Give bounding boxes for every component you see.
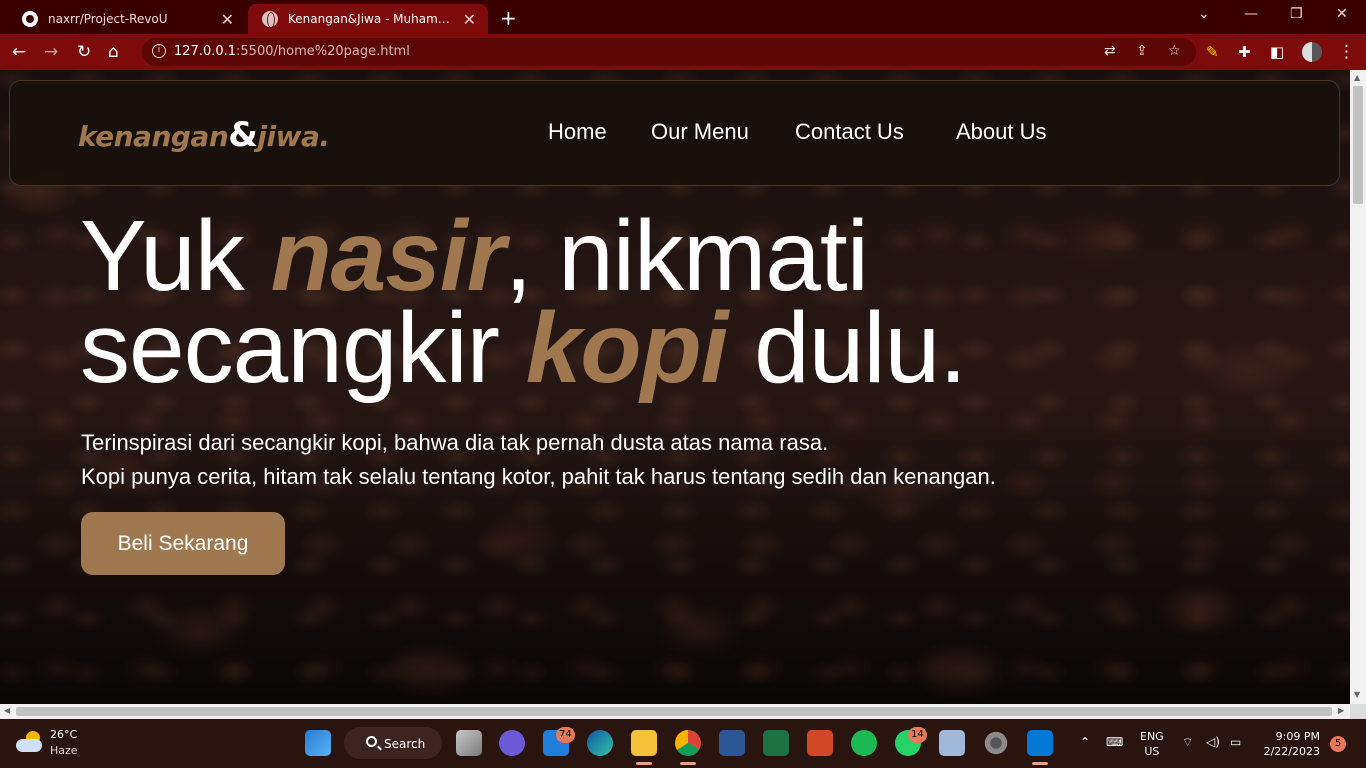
weather-temperature[interactable]: 26°C [50,728,77,741]
home-icon[interactable]: ⌂ [108,41,119,63]
minimize-icon[interactable]: — [1244,6,1258,22]
address-bar[interactable]: i 127.0.0.1:5500/home%20page.html ⇄ ⇪ ☆ [142,38,1196,66]
extension-pen-icon[interactable]: ✎ [1206,41,1219,63]
scrollbar-thumb[interactable] [1353,86,1363,204]
maximize-icon[interactable]: ❐ [1290,6,1303,22]
hero-description-line2: Kopi punya cerita, hitam tak selalu tent… [81,464,996,489]
search-label: Search [384,737,426,751]
scrollbar-corner [1350,704,1366,719]
weather-haze-icon[interactable] [16,731,44,753]
windows-start-icon[interactable] [305,730,331,756]
new-tab-icon[interactable]: + [500,6,517,30]
volume-icon[interactable]: ◁) [1206,735,1220,749]
language-region: US [1144,745,1160,758]
windows-taskbar: 26°C Haze Search 74 14 ⌃ ⌨ ENG US ⌔ ◁) ▭… [0,719,1366,768]
translate-icon[interactable]: ⇄ [1104,43,1116,59]
nav-about-us[interactable]: About Us [956,119,1047,145]
search-icon [366,736,377,747]
close-icon[interactable]: ✕ [221,10,234,29]
hero-description-line1: Terinspirasi dari secangkir kopi, bahwa … [81,430,829,455]
extensions-puzzle-icon[interactable]: ✚ [1238,41,1251,63]
scroll-down-icon[interactable]: ▼ [1354,690,1360,699]
language-indicator[interactable]: ENG US [1140,729,1164,759]
vertical-scrollbar[interactable]: ▲ ▼ [1350,70,1366,704]
buy-now-button[interactable]: Beli Sekarang [81,512,285,575]
back-icon[interactable]: ← [12,41,26,63]
hero-title: Yuk nasir, nikmati secangkir kopi dulu. [80,206,967,398]
keyboard-icon[interactable]: ⌨ [1106,735,1123,749]
hero-title-text: dulu. [727,292,967,404]
horizontal-scrollbar[interactable]: ◀ ▶ [0,704,1350,719]
browser-toolbar: ← → ↻ ⌂ i 127.0.0.1:5500/home%20page.htm… [0,34,1366,70]
word-icon[interactable] [719,730,745,756]
github-icon [22,11,38,27]
tab-kenangan-jiwa[interactable]: Kenangan&Jiwa - Muhammad N ✕ [248,4,488,34]
taskbar-search[interactable]: Search [344,727,442,759]
system-clock[interactable]: 9:09 PM 2/22/2023 [1262,729,1320,759]
teams-chat-icon[interactable] [499,730,525,756]
logo-word-jiwa: jiwa. [257,120,330,153]
hero-title-text: secangkir [80,292,526,404]
chrome-icon[interactable] [675,730,701,756]
edge-icon[interactable] [587,730,613,756]
clock-time: 9:09 PM [1275,730,1320,743]
tab-search-chevron-icon[interactable]: ⌄ [1198,6,1210,22]
site-logo[interactable]: kenangan&jiwa. [78,115,330,155]
spotify-icon[interactable] [851,730,877,756]
menu-kebab-icon[interactable]: ⋮ [1338,41,1355,63]
language-code: ENG [1140,730,1164,743]
hero-accent-kopi: kopi [525,292,729,404]
logo-ampersand: & [228,115,258,155]
clock-date: 2/22/2023 [1263,745,1320,758]
whatsapp-badge: 14 [908,727,927,743]
scroll-left-icon[interactable]: ◀ [4,706,10,715]
active-indicator [636,762,652,765]
url-text[interactable]: 127.0.0.1:5500/home%20page.html [174,44,410,59]
scrollbar-thumb[interactable] [16,707,1332,716]
share-icon[interactable]: ⇪ [1136,43,1148,59]
weather-condition[interactable]: Haze [50,744,78,757]
scroll-up-icon[interactable]: ▲ [1354,73,1360,82]
battery-icon[interactable]: ▭ [1230,735,1241,749]
active-indicator [680,762,696,765]
active-indicator [1032,762,1048,765]
window-close-icon[interactable]: ✕ [1336,6,1348,22]
performance-monitor-icon[interactable] [939,730,965,756]
powerpoint-icon[interactable] [807,730,833,756]
page-viewport: kenangan&jiwa. Home Our Menu Contact Us … [0,70,1350,704]
chevron-up-icon[interactable]: ⌃ [1080,735,1090,749]
site-info-icon[interactable]: i [152,44,166,58]
profile-avatar[interactable] [1302,42,1322,62]
task-view-icon[interactable] [456,730,482,756]
notification-badge[interactable]: 5 [1330,736,1346,752]
tab-title: naxrr/Project-RevoU [48,12,168,26]
nav-contact-us[interactable]: Contact Us [795,119,904,145]
wifi-icon[interactable]: ⌔ [1182,735,1193,750]
settings-gear-icon[interactable] [983,730,1009,756]
file-explorer-icon[interactable] [631,730,657,756]
scroll-right-icon[interactable]: ▶ [1338,706,1344,715]
side-panel-icon[interactable]: ◧ [1270,41,1284,63]
reload-icon[interactable]: ↻ [77,41,91,63]
bookmark-star-icon[interactable]: ☆ [1168,43,1181,59]
close-icon[interactable]: ✕ [463,10,476,29]
site-navbar: kenangan&jiwa. Home Our Menu Contact Us … [9,80,1340,186]
logo-word-kenangan: kenangan [78,120,229,153]
tab-github[interactable]: naxrr/Project-RevoU ✕ [8,4,246,34]
globe-icon [262,11,278,28]
tab-strip: naxrr/Project-RevoU ✕ Kenangan&Jiwa - Mu… [0,0,1366,34]
forward-icon[interactable]: → [44,41,58,63]
mail-badge: 74 [556,727,575,743]
vscode-icon[interactable] [1027,730,1053,756]
hero-description: Terinspirasi dari secangkir kopi, bahwa … [81,426,996,494]
tab-title: Kenangan&Jiwa - Muhammad N [288,12,455,26]
nav-our-menu[interactable]: Our Menu [651,119,749,145]
nav-home[interactable]: Home [548,119,607,145]
excel-icon[interactable] [763,730,789,756]
